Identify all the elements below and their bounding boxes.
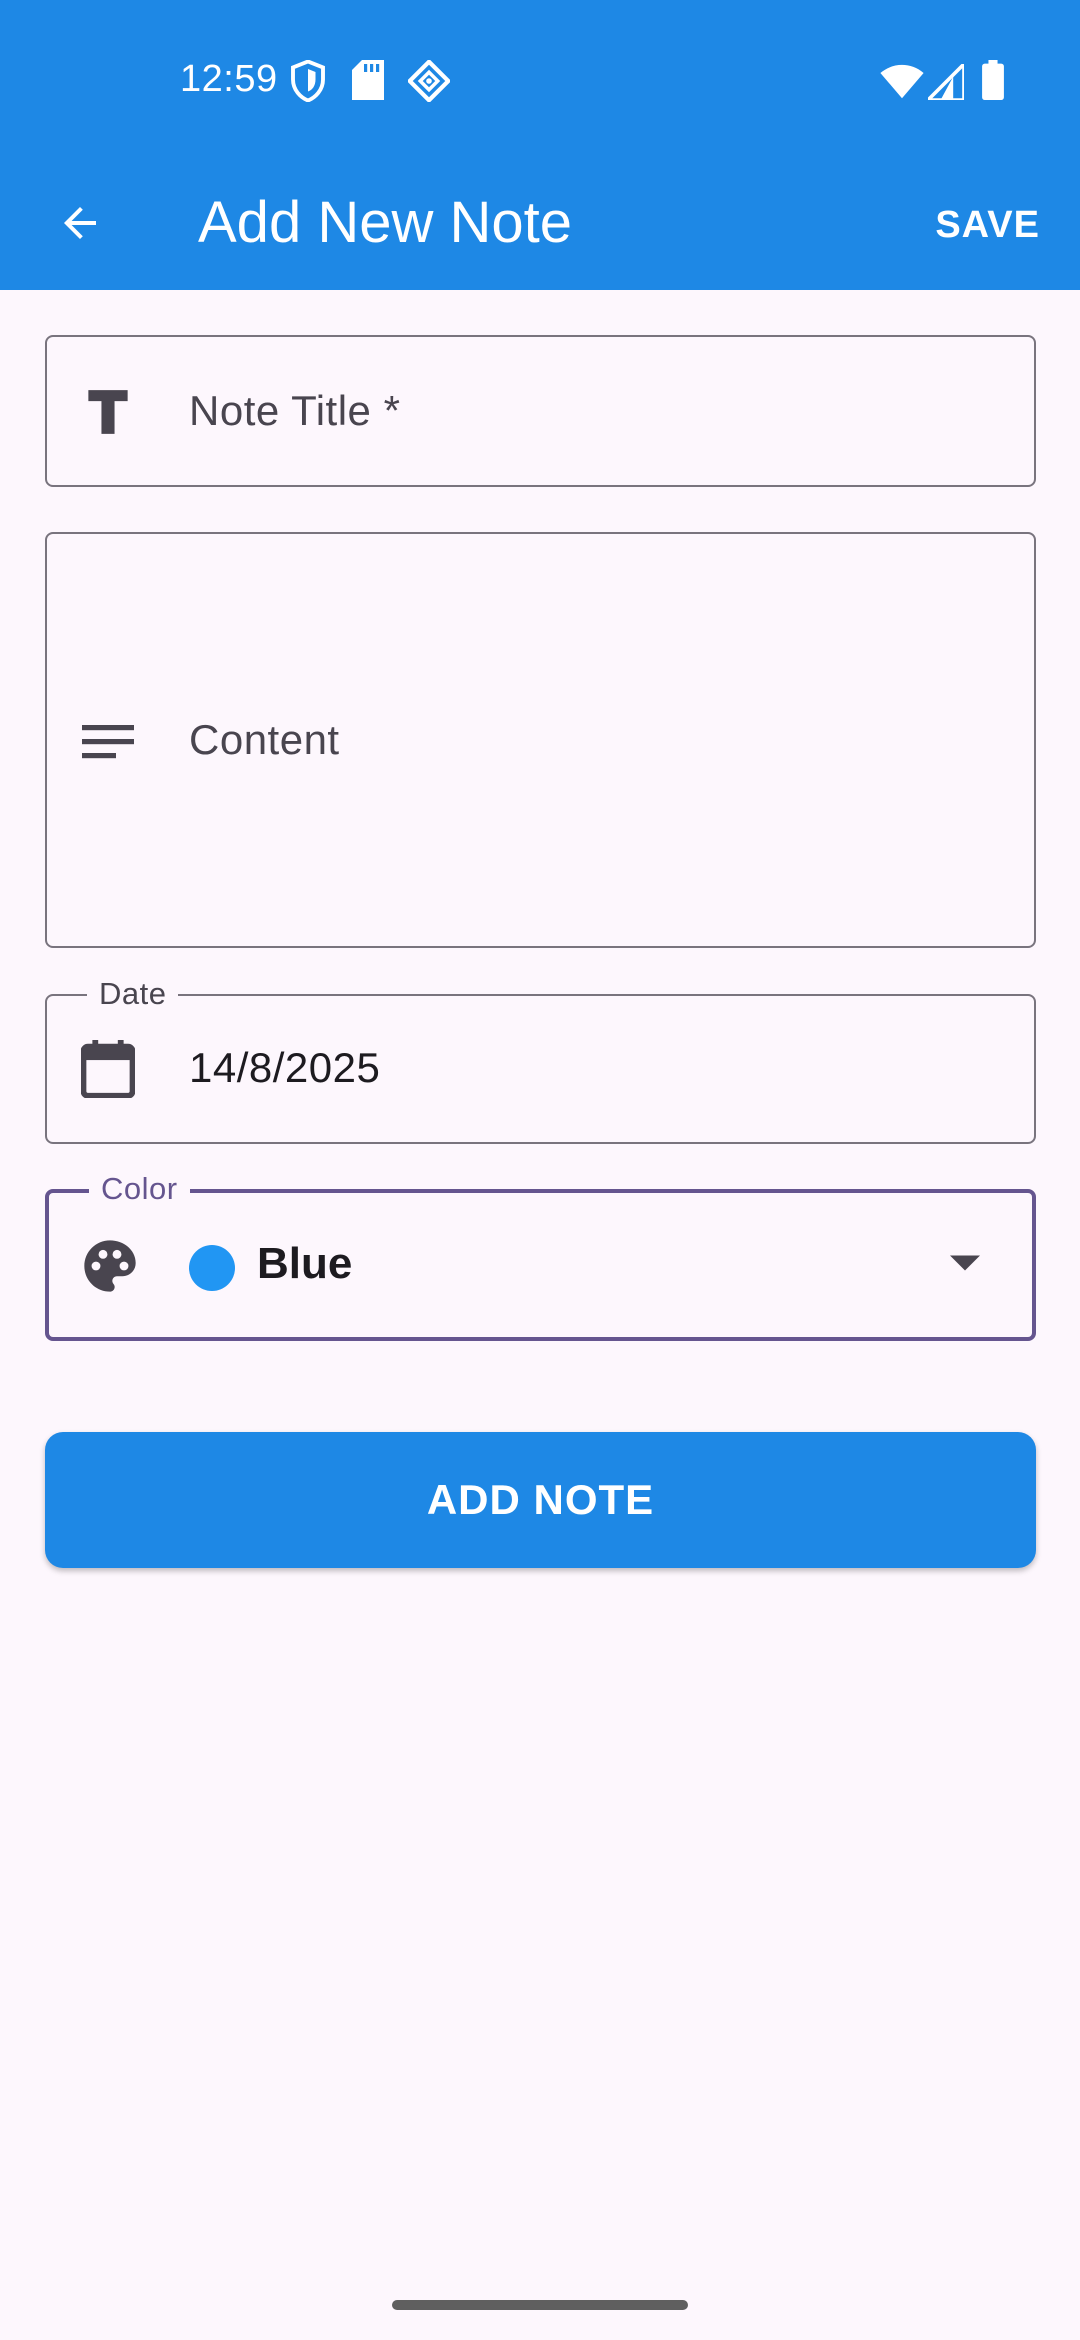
date-label: Date bbox=[87, 974, 179, 1014]
save-button[interactable]: SAVE bbox=[909, 182, 1066, 268]
sd-card-icon bbox=[352, 60, 384, 105]
color-swatch bbox=[189, 1245, 235, 1291]
note-title-placeholder: Note Title * bbox=[189, 387, 401, 434]
notes-lines-icon bbox=[79, 712, 137, 770]
color-label: Color bbox=[89, 1169, 190, 1209]
app-bar: Add New Note SAVE bbox=[0, 160, 1080, 290]
dropdown-arrow-icon bbox=[950, 1255, 980, 1276]
date-value: 14/8/2025 bbox=[189, 1044, 381, 1091]
calendar-icon bbox=[79, 1040, 137, 1098]
page-title: Add New Note bbox=[198, 190, 572, 255]
color-dropdown[interactable]: Color Blue bbox=[45, 1169, 1036, 1341]
note-title-field[interactable]: Note Title * bbox=[45, 335, 1036, 487]
signal-icon bbox=[923, 59, 966, 105]
battery-icon bbox=[982, 60, 1004, 105]
shield-icon bbox=[290, 59, 326, 107]
text-title-icon bbox=[79, 383, 137, 441]
add-note-button[interactable]: ADD NOTE bbox=[45, 1432, 1036, 1568]
back-button[interactable] bbox=[40, 185, 120, 265]
arrow-back-icon bbox=[56, 199, 104, 252]
diamond-icon bbox=[406, 58, 452, 107]
status-time: 12:59 bbox=[180, 58, 278, 100]
date-field[interactable]: Date 14/8/2025 bbox=[45, 974, 1036, 1144]
home-indicator[interactable] bbox=[392, 2300, 688, 2310]
palette-icon bbox=[81, 1237, 139, 1295]
content-field[interactable]: Content bbox=[45, 532, 1036, 948]
status-bar: 12:59 bbox=[0, 0, 1080, 160]
color-value: Blue bbox=[257, 1239, 353, 1288]
wifi-icon bbox=[880, 64, 924, 105]
content-placeholder: Content bbox=[189, 716, 340, 763]
